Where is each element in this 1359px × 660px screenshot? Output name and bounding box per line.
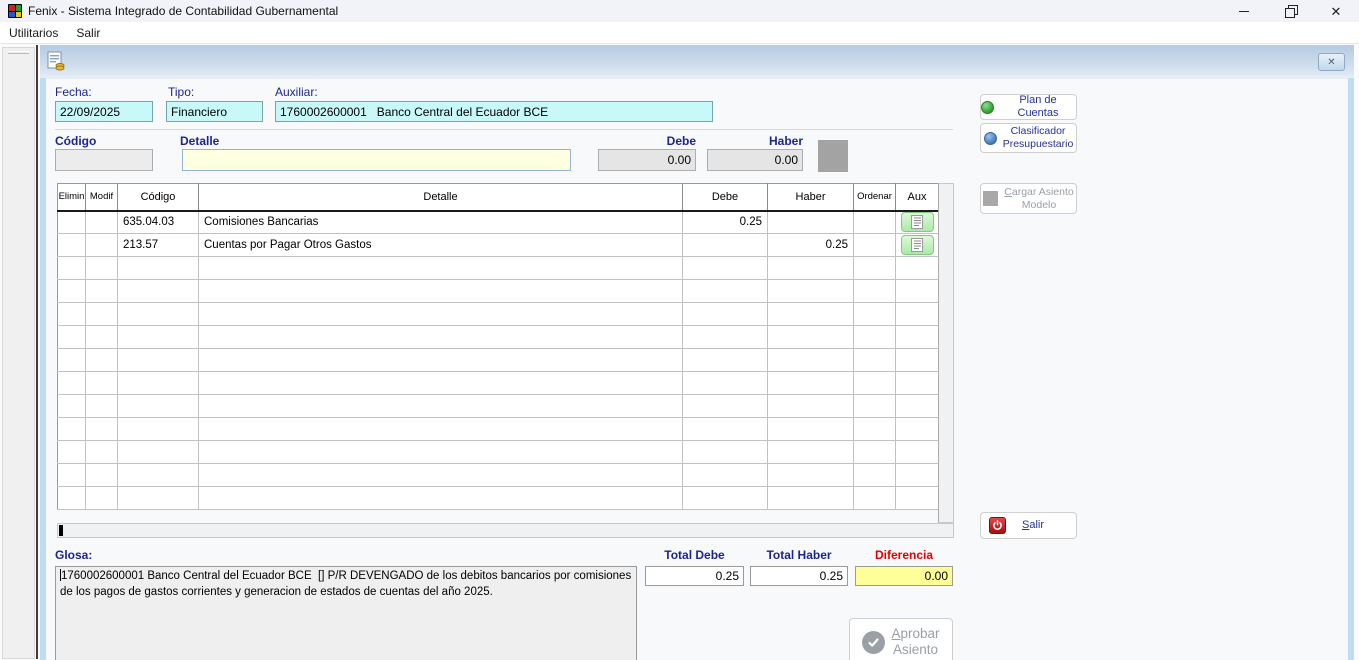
clasificador-presupuestario-button[interactable]: Clasificador Presupuestario xyxy=(980,123,1077,153)
col-header-haber: Haber xyxy=(768,184,854,211)
entry-row[interactable]: 635.04.03 Comisiones Bancarias 0.25 xyxy=(58,211,939,234)
title-bar: Fenix - Sistema Integrado de Contabilida… xyxy=(0,0,1359,22)
close-button[interactable]: ✕ xyxy=(1313,0,1359,22)
diferencia-value: 0.00 xyxy=(855,566,953,586)
check-circle-icon xyxy=(862,631,885,654)
entry-row-empty xyxy=(58,349,939,372)
cargar-asiento-modelo-button[interactable]: Cargar Asiento Modelo xyxy=(980,183,1077,214)
aprobar-asiento-button[interactable]: Aprobar Asiento xyxy=(849,618,953,660)
menu-salir[interactable]: Salir xyxy=(67,22,109,43)
entry-row-empty xyxy=(58,487,939,510)
entry-row-empty xyxy=(58,418,939,441)
grid-horizontal-scrollbar[interactable] xyxy=(57,523,954,538)
col-header-elimin: Elimin xyxy=(58,184,86,211)
glosa-label: Glosa: xyxy=(55,548,92,562)
codigo-label: Código xyxy=(55,134,96,148)
entry-row-empty xyxy=(58,464,939,487)
document-icon xyxy=(911,215,923,229)
haber-input[interactable]: 0.00 xyxy=(707,149,803,171)
total-haber-label: Total Haber xyxy=(750,548,848,562)
total-debe-value: 0.25 xyxy=(645,566,744,586)
aux-detail-button[interactable] xyxy=(901,212,934,232)
green-sphere-icon xyxy=(981,101,994,114)
codigo-input[interactable] xyxy=(55,149,153,171)
asiento-window: ✕ Fecha: 22/09/2025 Tipo: Financiero Aux… xyxy=(40,45,1354,660)
entry-table-body: 635.04.03 Comisiones Bancarias 0.25 xyxy=(58,211,939,510)
debe-input[interactable]: 0.00 xyxy=(598,149,696,171)
col-header-detalle: Detalle xyxy=(199,184,683,211)
splitter-bar[interactable] xyxy=(36,45,38,659)
total-haber-value: 0.25 xyxy=(750,566,848,586)
power-icon xyxy=(989,517,1006,534)
entry-row[interactable]: 213.57 Cuentas por Pagar Otros Gastos 0.… xyxy=(58,234,939,257)
minimize-icon xyxy=(1239,11,1249,12)
detalle-label: Detalle xyxy=(180,134,219,148)
auxiliar-label: Auxiliar: xyxy=(275,85,318,99)
glosa-textarea[interactable]: 1760002600001 Banco Central del Ecuador … xyxy=(55,566,637,660)
app-icon xyxy=(8,4,22,18)
col-header-modif: Modif xyxy=(86,184,118,211)
add-entry-button[interactable] xyxy=(818,140,848,172)
fecha-input[interactable]: 22/09/2025 xyxy=(55,101,153,122)
entry-row-empty xyxy=(58,372,939,395)
restore-icon xyxy=(1286,7,1295,16)
mdi-workspace: ✕ Fecha: 22/09/2025 Tipo: Financiero Aux… xyxy=(0,44,1359,660)
side-panel xyxy=(2,47,35,659)
grid-vertical-scrollbar[interactable] xyxy=(938,183,954,523)
entry-row-empty xyxy=(58,303,939,326)
fecha-label: Fecha: xyxy=(55,85,92,99)
application-window: Fenix - Sistema Integrado de Contabilida… xyxy=(0,0,1359,660)
gray-square-icon xyxy=(983,191,998,206)
asiento-form: Fecha: 22/09/2025 Tipo: Financiero Auxil… xyxy=(46,78,1348,660)
asiento-close-button[interactable]: ✕ xyxy=(1318,53,1345,71)
haber-label: Haber xyxy=(707,134,803,148)
restore-button[interactable] xyxy=(1267,0,1313,22)
col-header-codigo: Código xyxy=(118,184,199,211)
entries-grid: Elimin Modif Código Detalle Debe Haber O… xyxy=(57,183,954,510)
menu-utilitarios[interactable]: Utilitarios xyxy=(0,22,67,43)
minimize-button[interactable] xyxy=(1221,0,1267,22)
menu-bar: Utilitarios Salir xyxy=(0,22,1359,44)
tipo-label: Tipo: xyxy=(168,85,194,99)
total-debe-label: Total Debe xyxy=(645,548,744,562)
debe-label: Debe xyxy=(598,134,696,148)
window-title: Fenix - Sistema Integrado de Contabilida… xyxy=(28,4,338,18)
document-icon xyxy=(911,238,923,252)
entry-row-empty xyxy=(58,441,939,464)
separator-line xyxy=(55,129,953,130)
col-header-ordenar: Ordenar xyxy=(854,184,896,211)
entry-row-empty xyxy=(58,257,939,280)
detalle-input[interactable] xyxy=(182,149,571,171)
glosa-text: 1760002600001 Banco Central del Ecuador … xyxy=(60,570,634,598)
plan-de-cuentas-button[interactable]: Plan de Cuentas xyxy=(980,94,1077,120)
entry-row-empty xyxy=(58,326,939,349)
grid-cursor-marker xyxy=(59,525,63,536)
journal-entry-icon xyxy=(46,51,66,72)
col-header-debe: Debe xyxy=(683,184,768,211)
entry-row-empty xyxy=(58,280,939,303)
panel-handle[interactable] xyxy=(8,51,29,54)
blue-sphere-icon xyxy=(984,132,997,145)
tipo-input[interactable]: Financiero xyxy=(166,101,263,122)
diferencia-label: Diferencia xyxy=(855,548,953,562)
close-icon: ✕ xyxy=(1331,5,1342,18)
entry-row-empty xyxy=(58,395,939,418)
col-header-aux: Aux xyxy=(896,184,939,211)
asiento-window-header: ✕ xyxy=(40,45,1354,78)
aux-detail-button[interactable] xyxy=(901,235,934,255)
asiento-close-icon: ✕ xyxy=(1327,57,1335,68)
auxiliar-input[interactable]: 1760002600001 Banco Central del Ecuador … xyxy=(275,101,713,122)
salir-button[interactable]: Salir xyxy=(980,512,1077,539)
